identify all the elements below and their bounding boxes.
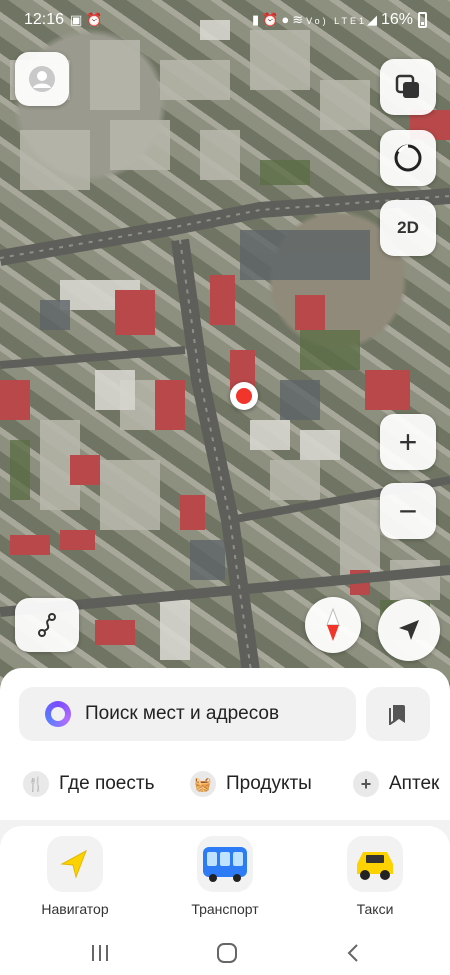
basket-icon: 🧺 bbox=[190, 771, 216, 797]
layers-button[interactable] bbox=[380, 59, 436, 115]
wifi-icon: ≋ bbox=[292, 12, 307, 27]
status-left-icons: ▣⏰ bbox=[70, 12, 106, 28]
my-location-button[interactable] bbox=[378, 599, 440, 661]
profile-button[interactable] bbox=[15, 52, 69, 106]
services-section: Навигатор Транспорт Такси bbox=[0, 820, 450, 930]
zoom-out-icon: − bbox=[398, 492, 418, 529]
view-mode-2d-button[interactable]: 2D bbox=[380, 200, 436, 256]
view-mode-label: 2D bbox=[397, 218, 419, 237]
alarm-icon: ⏰ bbox=[86, 12, 107, 27]
search-input[interactable]: Поиск мест и адресов bbox=[19, 687, 356, 741]
taxi-icon bbox=[357, 852, 393, 880]
chip-label: Аптек bbox=[389, 773, 440, 794]
status-time: 12:16 bbox=[24, 11, 65, 28]
zoom-out-button[interactable]: − bbox=[380, 483, 436, 539]
bookmark-icon bbox=[389, 705, 405, 725]
image-icon: ▣ bbox=[70, 12, 87, 27]
service-label: Транспорт bbox=[191, 901, 259, 917]
location-icon: ● bbox=[281, 12, 293, 27]
zoom-in-icon: + bbox=[398, 423, 418, 460]
service-label: Навигатор bbox=[41, 901, 109, 917]
chip-label: Где поесть bbox=[59, 773, 155, 794]
status-bar: 12:16 ▣⏰ ▮⏰●≋Vo) LTE1◢ 16% bbox=[0, 0, 450, 40]
plus-services-button[interactable] bbox=[380, 130, 436, 186]
battery-saver-icon: ▮ bbox=[252, 12, 263, 27]
transport-tile bbox=[197, 836, 253, 892]
back-button[interactable] bbox=[333, 938, 373, 968]
battery-icon bbox=[418, 12, 427, 28]
route-button[interactable] bbox=[15, 598, 79, 652]
navigator-tile bbox=[47, 836, 103, 892]
category-chips: 🍴 Где поесть 🧺 Продукты + Аптек bbox=[0, 760, 450, 810]
location-arrow-icon bbox=[399, 620, 419, 640]
signal-icon: ◢ bbox=[366, 12, 380, 27]
compass-button[interactable] bbox=[305, 597, 361, 653]
recent-apps-icon bbox=[92, 945, 108, 961]
chip-groceries[interactable]: 🧺 Продукты bbox=[190, 760, 312, 808]
layers-icon bbox=[395, 74, 419, 98]
navigator-arrow-icon bbox=[60, 849, 87, 879]
battery-percent: 16% bbox=[381, 11, 414, 28]
route-icon bbox=[38, 613, 56, 637]
service-taxi[interactable]: Такси bbox=[320, 836, 430, 917]
home-button[interactable] bbox=[207, 938, 247, 968]
bus-icon bbox=[203, 847, 247, 882]
back-icon bbox=[347, 944, 358, 962]
zoom-in-button[interactable]: + bbox=[380, 414, 436, 470]
chip-pharmacy[interactable]: + Аптек bbox=[353, 760, 439, 808]
user-avatar-icon bbox=[29, 66, 55, 92]
service-navigator[interactable]: Навигатор bbox=[20, 836, 130, 917]
alice-assistant-icon[interactable] bbox=[45, 701, 71, 727]
recent-apps-button[interactable] bbox=[80, 938, 120, 968]
alarm-icon: ⏰ bbox=[262, 12, 282, 27]
bookmarks-button[interactable] bbox=[366, 687, 430, 741]
plus-icon: + bbox=[353, 771, 379, 797]
ring-icon bbox=[394, 144, 422, 172]
location-pin[interactable] bbox=[230, 382, 258, 410]
service-label: Такси bbox=[356, 901, 394, 917]
compass-icon bbox=[326, 607, 340, 641]
home-icon bbox=[217, 943, 237, 963]
chip-label: Продукты bbox=[226, 773, 312, 794]
service-transport[interactable]: Транспорт bbox=[170, 836, 280, 917]
status-right-icons: ▮⏰●≋Vo) LTE1◢ bbox=[252, 12, 380, 28]
fork-knife-icon: 🍴 bbox=[23, 771, 49, 797]
services-panel: Навигатор Транспорт Такси bbox=[0, 826, 450, 930]
system-nav-bar bbox=[0, 930, 450, 975]
search-placeholder: Поиск мест и адресов bbox=[85, 703, 280, 724]
volte-icon: Vo) LTE1 bbox=[306, 16, 367, 26]
chip-food[interactable]: 🍴 Где поесть bbox=[23, 760, 154, 808]
taxi-tile bbox=[347, 836, 403, 892]
